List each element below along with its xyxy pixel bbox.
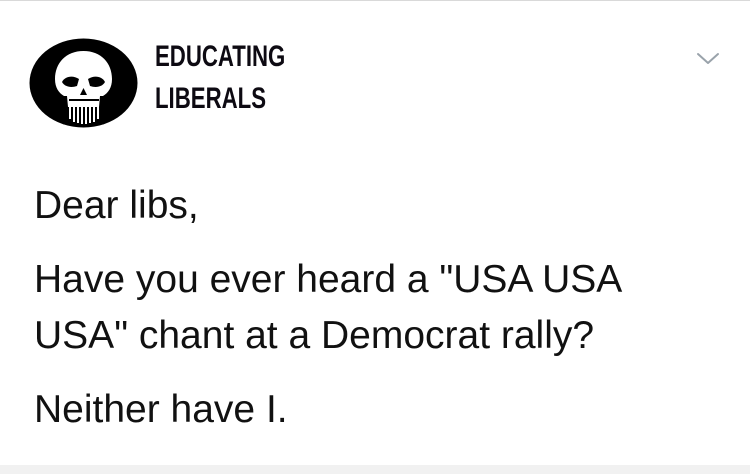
chevron-down-icon	[697, 53, 719, 64]
account-name-line-1: EDUCATING	[155, 40, 286, 73]
top-divider	[0, 0, 750, 1]
account-name[interactable]: EDUCATING LIBERALS	[155, 36, 285, 120]
avatar[interactable]	[29, 38, 138, 128]
bottom-divider	[0, 465, 750, 474]
tweet-text: Dear libs, Have you ever heard a "USA US…	[34, 178, 724, 438]
account-name-line-2: LIBERALS	[155, 82, 266, 115]
tweet-line-answer: Neither have I.	[34, 388, 288, 431]
tweet-line-question-1: Have you ever heard a "USA USA	[34, 258, 623, 301]
more-options-button[interactable]	[696, 48, 720, 68]
tweet-line-question-2: USA" chant at a Democrat rally?	[34, 314, 595, 357]
punisher-skull-icon	[29, 38, 138, 128]
tweet-line-greeting: Dear libs,	[34, 184, 199, 227]
tweet-paragraph-question: Have you ever heard a "USA USA USA" chan…	[34, 252, 724, 364]
